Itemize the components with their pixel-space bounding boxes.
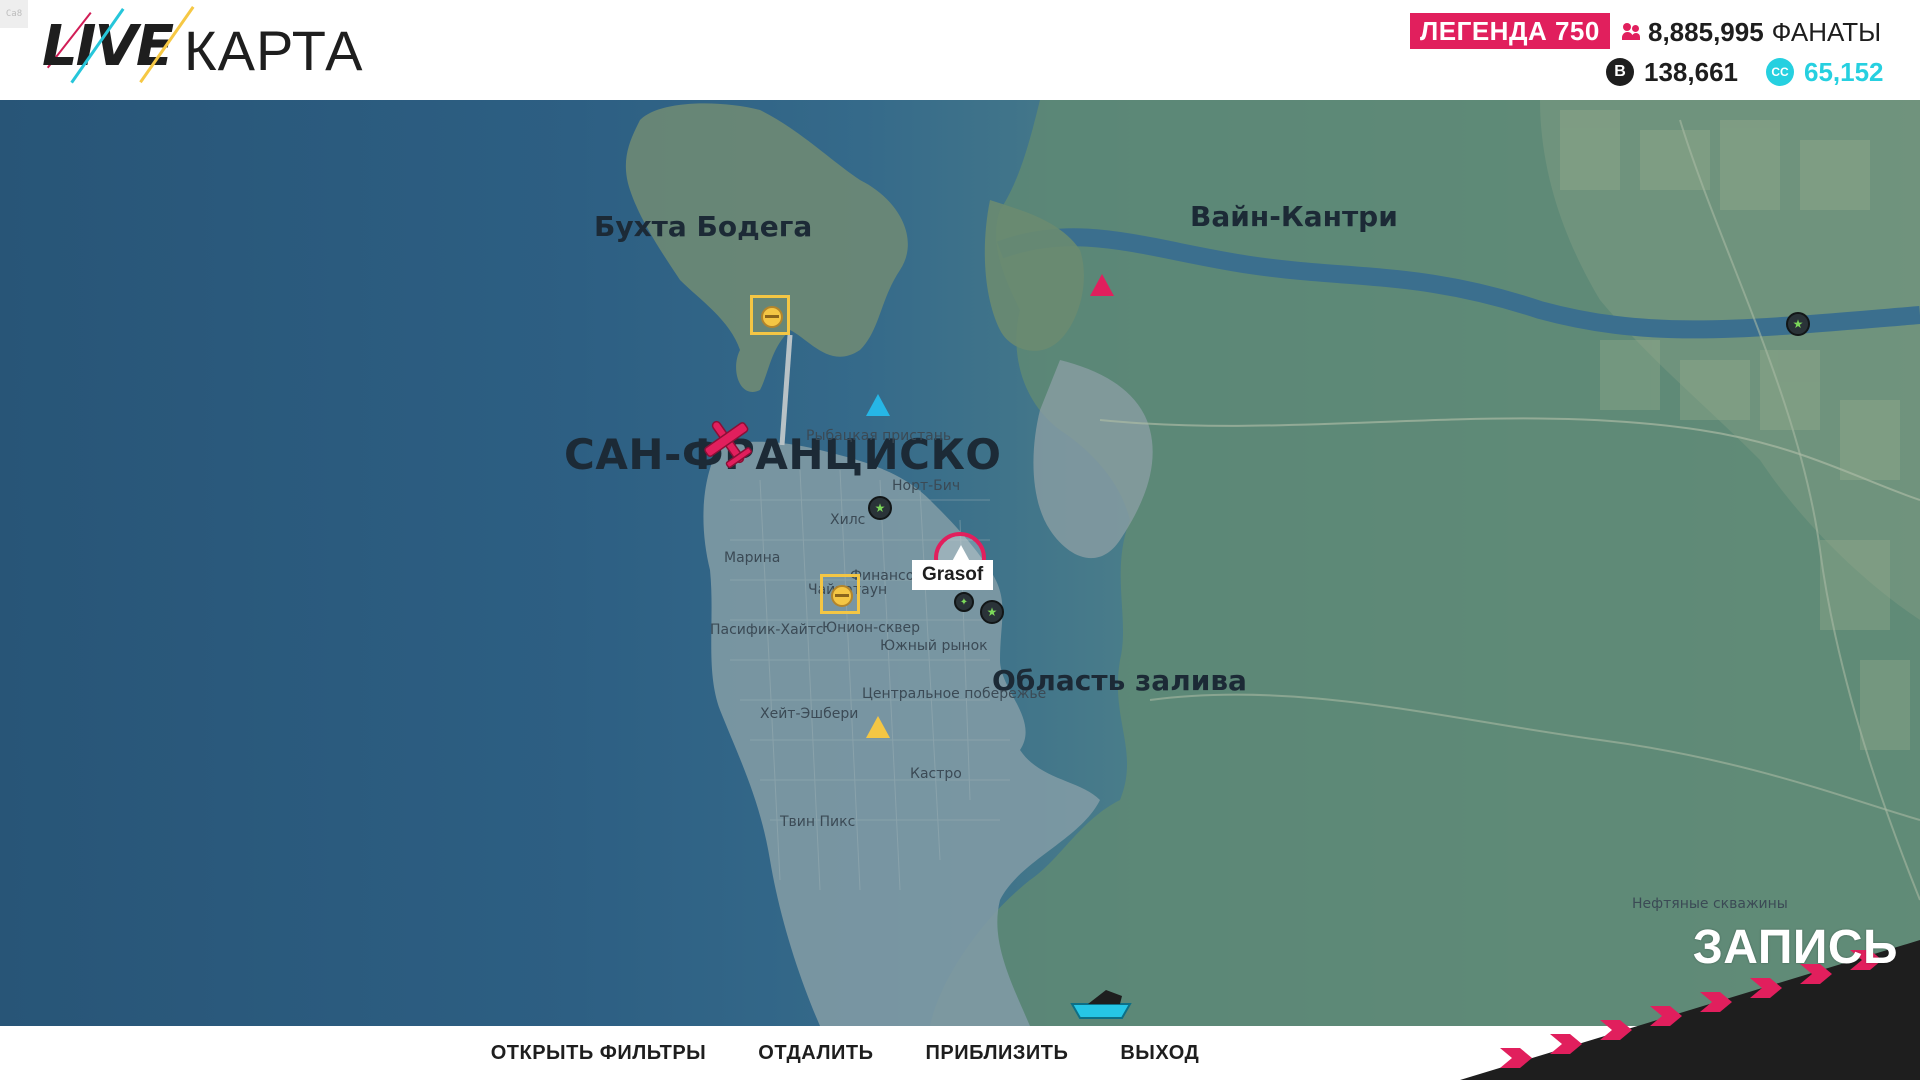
world-map[interactable]: Бухта Бодега Вайн-Кантри Область залива … — [0, 100, 1920, 1026]
district-label-pacific-heights: Пасифик-Хайтс — [710, 622, 824, 638]
credits-value: 138,661 — [1644, 56, 1738, 87]
race-triangle-icon[interactable] — [866, 716, 890, 738]
region-label-bodega: Бухта Бодега — [594, 210, 813, 243]
page-title: КАРТА — [184, 19, 364, 82]
legend-rank-badge: ЛЕГЕНДА 750 — [1410, 13, 1610, 49]
target-icon[interactable] — [750, 295, 790, 335]
district-label-castro: Кастро — [910, 766, 962, 782]
district-label-union-square: Юнион-сквер — [822, 620, 921, 636]
boat-icon[interactable] — [1066, 982, 1136, 1022]
record-indicator: ЗАПИСЬ — [1460, 900, 1920, 1080]
fans-counter: 8,885,995 ФАНАТЫ — [1622, 14, 1881, 50]
credits-icon: B — [1606, 58, 1634, 86]
player-name-tag: Grasof — [912, 560, 994, 590]
live-map-logo: LIVE КАРТА — [42, 6, 382, 88]
top-bar: Ca8 LIVE КАРТА ЛЕГЕНДА 750 8,885,995 ФАН… — [0, 0, 1920, 100]
race-triangle-icon[interactable] — [1090, 274, 1114, 296]
currency-counters: B 138,661 CC 65,152 — [1606, 54, 1884, 90]
cc-icon: CC — [1765, 58, 1794, 86]
record-label: ЗАПИСЬ — [1692, 921, 1898, 974]
target-icon[interactable] — [820, 574, 860, 614]
district-label-central: Центральное побережье — [862, 686, 1047, 702]
race-triangle-icon[interactable] — [866, 394, 890, 416]
activity-cluster-icon[interactable]: ✦ — [954, 592, 974, 612]
cc-value: 65,152 — [1803, 56, 1884, 87]
district-label-fisherman: Рыбацкая пристань — [806, 428, 952, 444]
region-label-wine-country: Вайн-Кантри — [1190, 200, 1398, 233]
fans-icon — [1622, 23, 1640, 41]
zoom-in-button[interactable]: ПРИБЛИЗИТЬ — [925, 1042, 1068, 1065]
district-label-hills: Хилс — [830, 512, 866, 528]
district-label-south-market: Южный рынок — [880, 638, 988, 654]
district-label-marina: Марина — [724, 550, 781, 566]
logo-live-text: LIVE — [42, 14, 174, 79]
zoom-out-button[interactable]: ОТДАЛИТЬ — [758, 1042, 873, 1065]
district-label-north-beach: Норт-Бич — [892, 478, 961, 494]
fans-count: 8,885,995 — [1648, 16, 1764, 47]
corner-tag: Ca8 — [0, 0, 28, 28]
district-label-haight: Хейт-Эшбери — [760, 706, 859, 722]
activity-cluster-icon[interactable]: ★ — [868, 496, 892, 520]
open-filters-button[interactable]: ОТКРЫТЬ ФИЛЬТРЫ — [491, 1042, 707, 1065]
fans-label: ФАНАТЫ — [1771, 16, 1882, 47]
exit-button[interactable]: ВЫХОД — [1120, 1042, 1199, 1065]
activity-cluster-icon[interactable]: ★ — [980, 600, 1004, 624]
district-label-twin-peaks: Твин Пикс — [780, 814, 856, 830]
activity-cluster-icon[interactable]: ★ — [1786, 312, 1810, 336]
plane-icon[interactable] — [698, 412, 758, 472]
